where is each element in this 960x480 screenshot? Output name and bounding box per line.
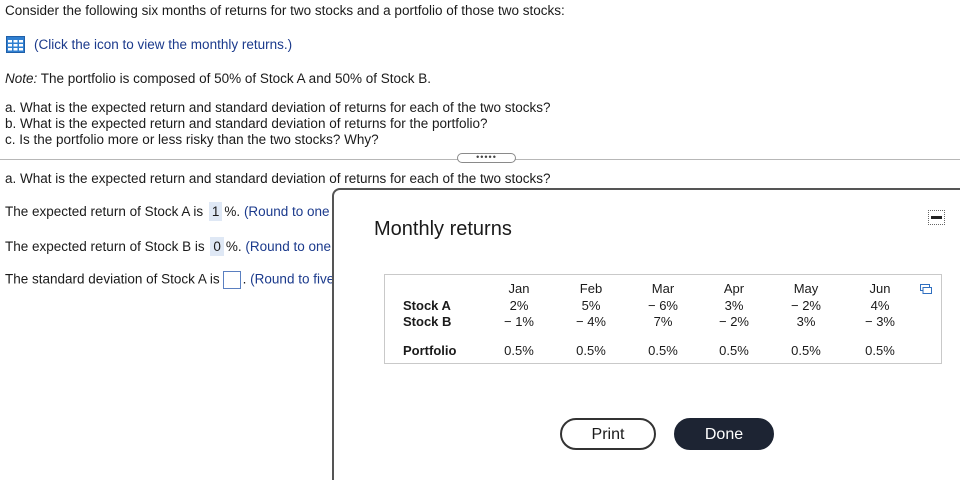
table-cell: 4% — [870, 298, 890, 313]
answer-line-2: The expected return of Stock B is 0%. (R… — [5, 237, 350, 256]
answer-line-1: The expected return of Stock A is 1%. (R… — [5, 202, 348, 221]
note-label: Note: — [5, 71, 38, 86]
month-header: May — [793, 281, 819, 296]
returns-table: Jan Feb Mar Apr May Jun Stock A 2% 5% − … — [384, 274, 942, 364]
table-cell: − 2% — [719, 314, 749, 329]
expected-return-a-field[interactable]: 1 — [208, 202, 223, 221]
month-header: Mar — [651, 281, 675, 296]
answer-line-1-suffix: %. — [224, 204, 241, 219]
answer-line-2-suffix: %. — [225, 239, 242, 254]
std-dev-a-input[interactable] — [222, 271, 241, 289]
table-cell: 3% — [724, 298, 744, 313]
dialog-title: Monthly returns — [374, 218, 512, 240]
month-header: Jun — [869, 281, 891, 296]
note-text: The portfolio is composed of 50% of Stoc… — [37, 71, 432, 86]
answer-line-1-prefix: The expected return of Stock A is — [5, 204, 204, 219]
answer-line-3: The standard deviation of Stock A is. (R… — [5, 271, 345, 289]
question-part-a: a. What is the expected return and stand… — [5, 100, 551, 115]
table-cell: 0.5% — [648, 343, 678, 358]
table-cell: 0.5% — [865, 343, 895, 358]
month-header: Jan — [508, 281, 530, 296]
table-cell: 0.5% — [791, 343, 821, 358]
answer-line-3-prefix: The standard deviation of Stock A is — [5, 271, 220, 287]
table-cell: 2% — [509, 298, 529, 313]
table-cell: 0.5% — [504, 343, 534, 358]
row-label-stock-b: Stock B — [403, 314, 452, 329]
month-header: Apr — [723, 281, 745, 296]
month-header: Feb — [579, 281, 603, 296]
divider-handle[interactable]: ••••• — [457, 153, 516, 163]
minimize-icon[interactable] — [928, 210, 945, 225]
table-cell: − 3% — [865, 314, 895, 329]
table-cell: − 6% — [648, 298, 678, 313]
answer-line-2-prefix: The expected return of Stock B is — [5, 239, 205, 254]
print-button[interactable]: Print — [560, 418, 656, 450]
answer-line-3-suffix: . — [242, 271, 247, 287]
table-cell: 7% — [653, 314, 673, 329]
monthly-returns-dialog: Monthly returns Jan Feb Mar Apr May Jun … — [332, 188, 960, 480]
table-cell: 3% — [796, 314, 816, 329]
row-label-stock-a: Stock A — [403, 298, 451, 313]
row-label-portfolio: Portfolio — [403, 343, 457, 358]
question-part-c: c. Is the portfolio more or less risky t… — [5, 132, 379, 147]
answer-heading: a. What is the expected return and stand… — [5, 171, 551, 186]
copy-table-icon[interactable] — [920, 284, 932, 294]
table-cell: − 1% — [504, 314, 534, 329]
table-cell: 0.5% — [576, 343, 606, 358]
table-cell: 5% — [581, 298, 601, 313]
expected-return-b-field[interactable]: 0 — [210, 237, 224, 256]
table-cell: 0.5% — [719, 343, 749, 358]
done-button[interactable]: Done — [674, 418, 774, 450]
question-part-b: b. What is the expected return and stand… — [5, 116, 488, 131]
question-intro: Consider the following six months of ret… — [5, 3, 565, 18]
note-line: Note: The portfolio is composed of 50% o… — [5, 71, 431, 86]
view-returns-link[interactable]: (Click the icon to view the monthly retu… — [34, 37, 292, 52]
table-grid-icon[interactable] — [6, 36, 25, 53]
table-cell: − 2% — [791, 298, 821, 313]
table-cell: − 4% — [576, 314, 606, 329]
